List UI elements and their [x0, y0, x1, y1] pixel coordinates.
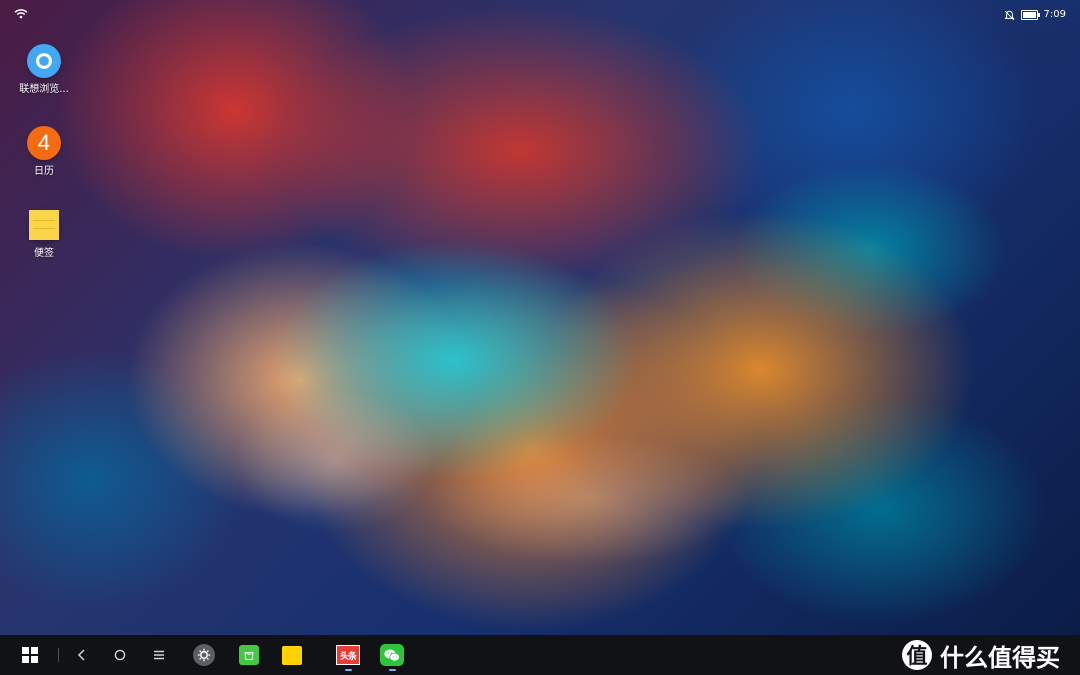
calendar-icon: 4 — [27, 126, 61, 160]
browser-icon — [27, 44, 61, 78]
site-watermark: 值 什么值得买 — [902, 635, 1060, 675]
clock-time: 7:09 — [1043, 9, 1066, 20]
home-circle-icon — [114, 649, 126, 661]
toutiao-icon: 头条 — [336, 645, 360, 665]
taskbar-app-settings[interactable] — [190, 635, 218, 675]
watermark-logo: 值 — [902, 640, 932, 670]
folder-icon — [282, 645, 302, 665]
wechat-icon — [380, 644, 404, 666]
desktop-item-browser[interactable]: 联想浏览... — [10, 44, 78, 114]
toutiao-label: 头条 — [339, 651, 357, 662]
home-button[interactable] — [108, 635, 132, 675]
notes-paper — [29, 210, 59, 240]
desktop-item-label: 便签 — [34, 248, 54, 259]
desktop-item-notes[interactable]: 便签 — [10, 208, 78, 278]
calendar-date-badge: 4 — [37, 130, 51, 155]
running-indicator — [389, 669, 396, 671]
gear-icon — [193, 644, 215, 666]
battery-icon — [1020, 10, 1040, 20]
notification-off-icon — [1004, 10, 1014, 20]
taskbar-app-file-manager[interactable] — [278, 635, 306, 675]
taskbar-app-store[interactable] — [235, 635, 263, 675]
status-bar: 7:09 — [0, 0, 1080, 30]
desktop-item-calendar[interactable]: 4 日历 — [10, 126, 78, 196]
taskbar-app-wechat[interactable] — [377, 635, 407, 675]
notes-icon — [27, 208, 61, 242]
running-indicator — [345, 669, 352, 671]
start-menu-button[interactable] — [16, 635, 44, 675]
wifi-icon — [14, 9, 28, 19]
taskbar-app-toutiao[interactable]: 头条 — [334, 635, 362, 675]
desktop-item-label: 日历 — [34, 166, 54, 177]
taskbar-divider — [58, 648, 59, 662]
desktop-wallpaper — [0, 0, 1080, 635]
hamburger-menu-icon — [154, 650, 164, 660]
taskbar: 头条 值 什么值得买 — [0, 635, 1080, 675]
back-button[interactable] — [70, 635, 94, 675]
watermark-text: 什么值得买 — [940, 643, 1060, 672]
windows-grid-icon — [22, 647, 38, 663]
menu-button[interactable] — [147, 635, 171, 675]
shopping-bag-icon — [239, 645, 259, 665]
back-arrow-icon — [77, 649, 85, 661]
desktop-item-label: 联想浏览... — [19, 84, 69, 95]
